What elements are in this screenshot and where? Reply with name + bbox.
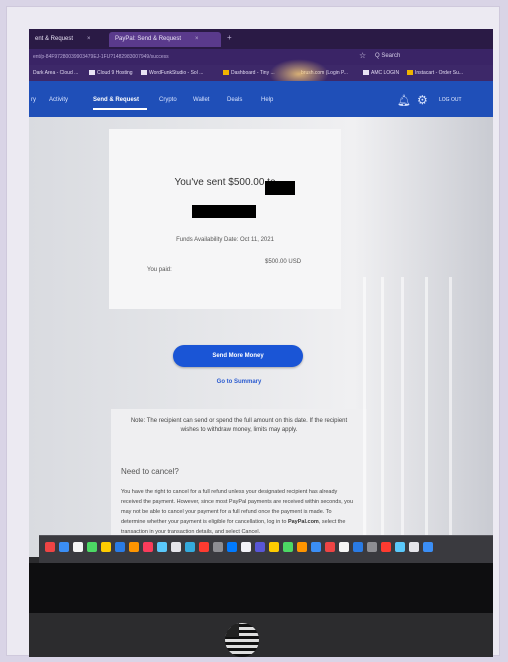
photo-frame: ent & Request × PayPal: Send & Request × +…	[6, 6, 500, 657]
app-icon[interactable]	[213, 542, 223, 552]
nav-item-send-request[interactable]: Send & Request	[93, 97, 139, 103]
browser-search[interactable]: Q Search	[375, 53, 400, 59]
app-icon[interactable]	[353, 542, 363, 552]
bookmark-item[interactable]: Cloud 9 Hosting	[89, 65, 133, 81]
paid-value: $500.00 USD	[265, 259, 302, 265]
bookmark-item[interactable]: Dark Area - Cloud ...	[33, 65, 78, 81]
app-icon[interactable]	[283, 542, 293, 552]
monitor-bezel	[29, 563, 493, 613]
new-tab-icon[interactable]: +	[227, 33, 232, 42]
confirmation-card: You've sent $500.00 to Funds Availabilit…	[109, 129, 341, 309]
app-icon[interactable]	[269, 542, 279, 552]
star-icon[interactable]: ☆	[359, 51, 366, 60]
bookmark-item[interactable]: AMC LOGIN	[363, 65, 399, 81]
go-to-summary-link[interactable]: Go to Summary	[189, 379, 289, 385]
app-icon[interactable]	[381, 542, 391, 552]
paypal-page: You've sent $500.00 to Funds Availabilit…	[29, 117, 493, 617]
browser-tab-bar: ent & Request × PayPal: Send & Request × +	[29, 29, 493, 49]
bookmarks-bar: Dark Area - Cloud ... Cloud 9 Hosting Wo…	[29, 65, 493, 81]
nav-item-help[interactable]: Help	[261, 97, 273, 103]
app-icon[interactable]	[87, 542, 97, 552]
bookmark-item[interactable]: Dashboard - Tiny ...	[223, 65, 275, 81]
nav-item-wallet[interactable]: Wallet	[193, 97, 209, 103]
cancel-body: You have the right to cancel for a full …	[121, 489, 354, 535]
screen-photo: ent & Request × PayPal: Send & Request × +…	[29, 29, 493, 657]
browser-tab-active[interactable]: PayPal: Send & Request ×	[109, 32, 221, 47]
app-icon[interactable]	[241, 542, 251, 552]
address-bar[interactable]: ent/p-84F97280039903479EJ-1FU?1482983007…	[29, 49, 493, 65]
app-icon[interactable]	[143, 542, 153, 552]
app-icon[interactable]	[171, 542, 181, 552]
paypal-link[interactable]: PayPal.com	[288, 519, 319, 525]
app-icon[interactable]	[367, 542, 377, 552]
bookmark-icon	[89, 70, 95, 76]
flag-canton	[225, 623, 239, 637]
recipient-note: Note: The recipient can send or spend th…	[130, 418, 348, 433]
redacted-recipient	[265, 181, 295, 195]
app-icon[interactable]	[409, 542, 419, 552]
redacted-recipient	[192, 205, 256, 218]
paypal-nav-bar: ry Activity Send & Request Crypto Wallet…	[29, 81, 493, 117]
app-icon[interactable]	[395, 542, 405, 552]
flag-sticker	[225, 623, 259, 657]
bell-icon[interactable]: 🔔︎	[397, 94, 411, 107]
app-icon[interactable]	[185, 542, 195, 552]
bookmark-icon	[407, 70, 413, 76]
monitor-stand	[29, 613, 493, 657]
nav-item-crypto[interactable]: Crypto	[159, 97, 177, 103]
app-icon[interactable]	[255, 542, 265, 552]
bookmark-item[interactable]: Instacart - Order Su...	[407, 65, 463, 81]
logout-link[interactable]: LOG OUT	[439, 97, 462, 103]
mac-dock	[39, 535, 493, 564]
app-icon[interactable]	[325, 542, 335, 552]
send-more-money-button[interactable]: Send More Money	[173, 345, 303, 367]
cancel-heading: Need to cancel?	[121, 467, 179, 476]
nav-item-summary[interactable]: ry	[31, 97, 36, 103]
funds-availability-date: Funds Availability Date: Oct 11, 2021	[176, 237, 274, 243]
app-icon[interactable]	[311, 542, 321, 552]
bookmark-item[interactable]: WordFunkStudio - Sol ...	[141, 65, 203, 81]
app-icon[interactable]	[423, 542, 433, 552]
app-icon[interactable]	[59, 542, 69, 552]
bookmark-icon	[223, 70, 229, 76]
app-icon[interactable]	[199, 542, 209, 552]
app-icon[interactable]	[115, 542, 125, 552]
app-icon[interactable]	[339, 542, 349, 552]
bookmark-icon	[141, 70, 147, 76]
browser-tab-1[interactable]: ent & Request ×	[29, 32, 107, 47]
app-icon[interactable]	[157, 542, 167, 552]
app-icon[interactable]	[129, 542, 139, 552]
sent-amount-text: You've sent $500.00 to	[174, 177, 276, 188]
paid-label: You paid:	[147, 267, 172, 273]
bookmark-icon	[363, 70, 369, 76]
app-icon[interactable]	[101, 542, 111, 552]
tab-label: ent & Request	[35, 36, 74, 42]
app-icon[interactable]	[73, 542, 83, 552]
tab-label: PayPal: Send & Request	[115, 36, 182, 42]
close-icon[interactable]: ×	[195, 36, 199, 42]
app-icon[interactable]	[297, 542, 307, 552]
nav-item-deals[interactable]: Deals	[227, 97, 242, 103]
close-icon[interactable]: ×	[87, 36, 91, 42]
app-icon[interactable]	[227, 542, 237, 552]
active-tab-underline	[93, 108, 147, 110]
nav-item-activity[interactable]: Activity	[49, 97, 68, 103]
gear-icon[interactable]: ⚙	[417, 93, 428, 107]
url-text: ent/p-84F97280039903479EJ-1FU?1482983007…	[33, 54, 169, 60]
app-icon[interactable]	[45, 542, 55, 552]
